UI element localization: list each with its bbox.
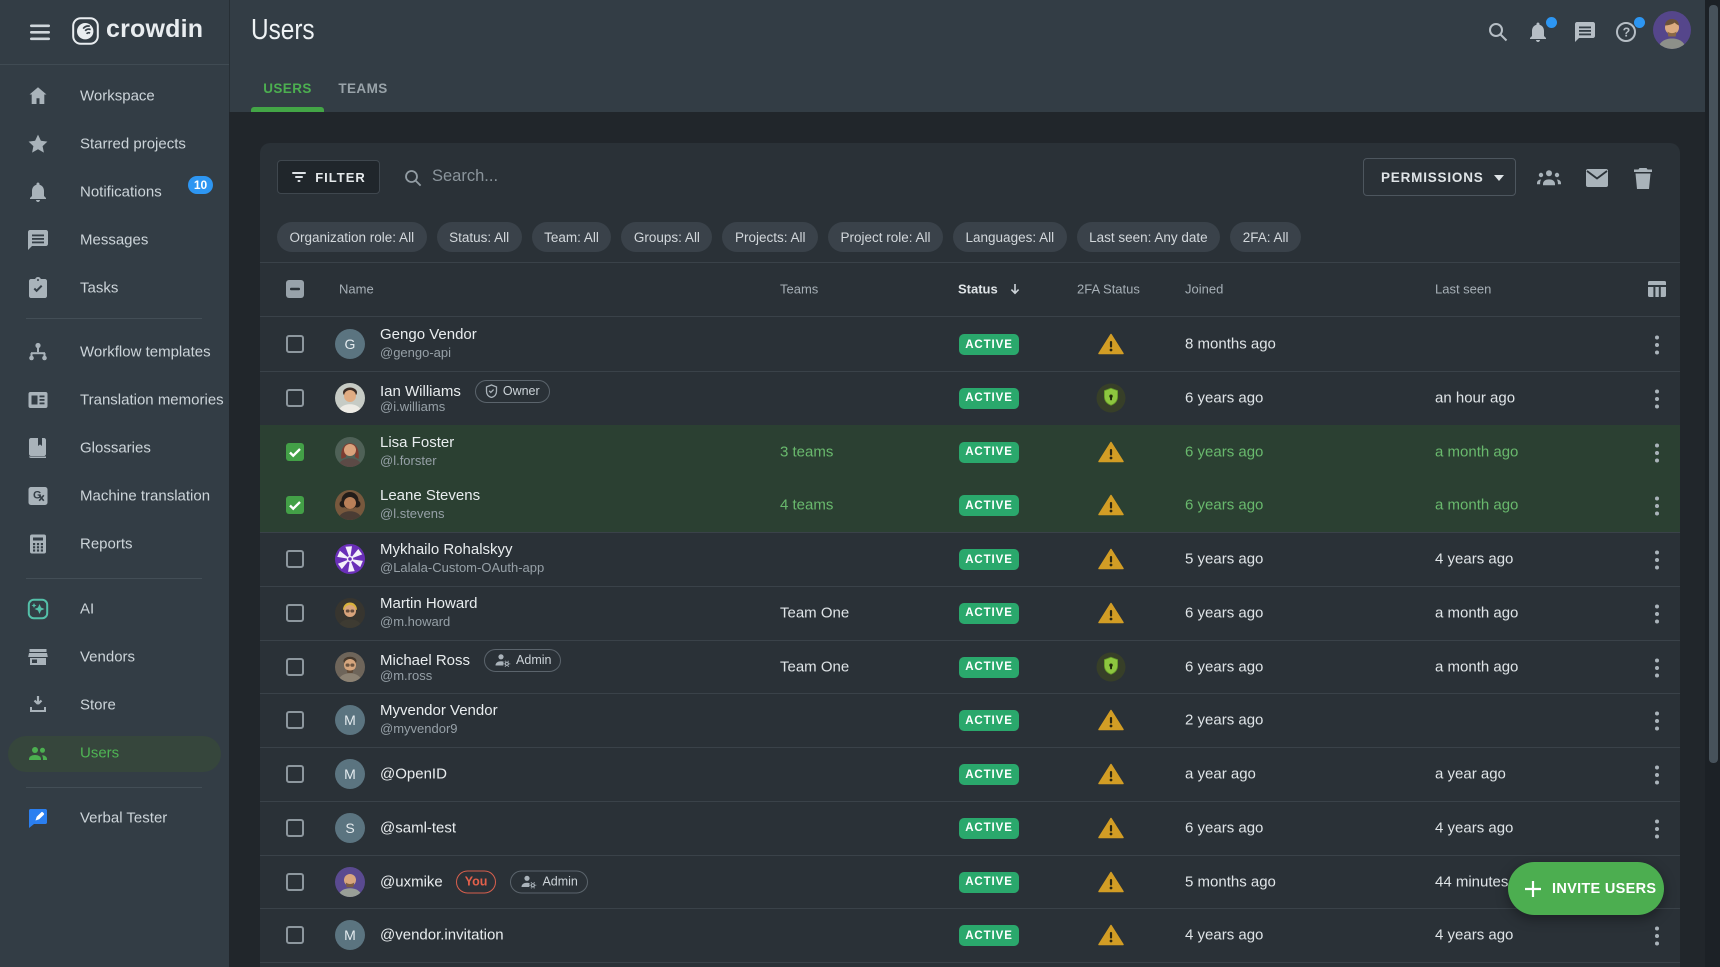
svg-text:?: ? — [1623, 25, 1631, 39]
